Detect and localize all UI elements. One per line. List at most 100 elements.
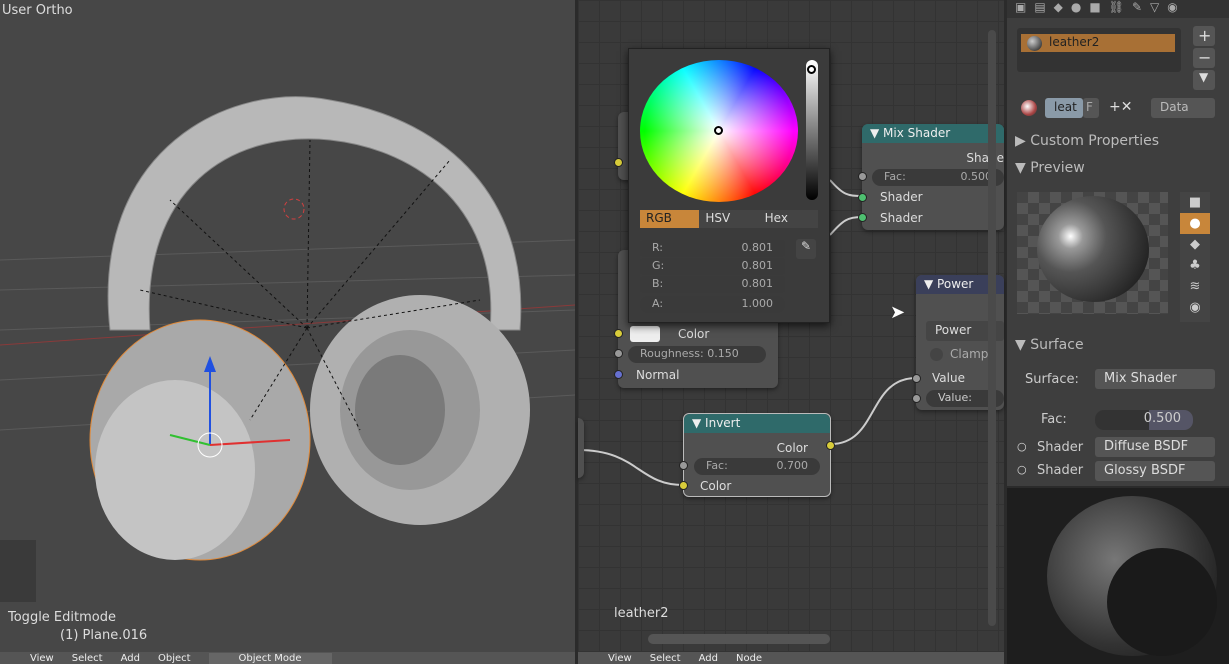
shader-input-2: Shader (880, 211, 923, 225)
fac-field[interactable]: Fac: 0.700 (694, 458, 820, 475)
preview-hair-icon[interactable]: ≋ (1180, 276, 1210, 297)
material-sphere-icon (1027, 36, 1042, 51)
material-slot-item[interactable]: leather2 (1021, 34, 1175, 52)
horizontal-scrollbar[interactable] (648, 634, 830, 644)
fac-label: Fac: (884, 170, 906, 183)
socket-color-out[interactable] (826, 441, 835, 450)
menu-view[interactable]: View (608, 653, 632, 664)
b-field[interactable]: B: 0.801 (640, 276, 785, 293)
fac-slider[interactable]: 0.500 (1095, 410, 1193, 430)
mode-select[interactable]: Object Mode (208, 652, 332, 664)
render-shadow (1107, 548, 1217, 656)
slot-menu-icon[interactable]: ▼ (1193, 70, 1215, 90)
a-label: A: (652, 297, 664, 310)
color-picker-popup[interactable]: RGB HSV Hex R: 0.801 G: 0.801 B: 0.801 A: 1.… (628, 48, 830, 323)
section-custom-properties[interactable]: ▶ Custom Properties (1015, 133, 1159, 149)
clamp-checkbox[interactable] (930, 348, 943, 361)
menu-add[interactable]: Add (699, 653, 718, 664)
preview-sphere-icon[interactable]: ● (1180, 213, 1210, 234)
output-label: Shade (966, 151, 1004, 165)
offscreen-node[interactable] (578, 418, 584, 478)
r-value: 0.801 (741, 241, 774, 254)
shader1-select[interactable]: Diffuse BSDF (1095, 437, 1215, 457)
value-slider-handle[interactable] (807, 65, 816, 74)
fac-field[interactable]: Fac: 0.500 (872, 169, 1004, 186)
last-operator: Toggle Editmode (8, 610, 116, 625)
3d-viewport[interactable]: User Ortho Toggle Editmode (1) Plane.016 (0, 0, 575, 652)
surface-select[interactable]: Mix Shader (1095, 369, 1215, 389)
g-value: 0.801 (741, 259, 774, 272)
menu-view[interactable]: View (30, 653, 54, 664)
preview-sphere (1037, 196, 1149, 302)
socket-fac[interactable] (858, 172, 867, 181)
render-preview (1007, 488, 1229, 664)
fac-value: 0.500 (1143, 411, 1181, 426)
menu-select[interactable]: Select (650, 653, 681, 664)
section-title: Surface (1030, 337, 1084, 353)
remove-slot-button[interactable]: − (1193, 48, 1215, 68)
shader2-select[interactable]: Glossy BSDF (1095, 461, 1215, 481)
fake-user-button[interactable]: F (1083, 98, 1099, 118)
section-title: Custom Properties (1030, 133, 1160, 149)
wheel-cursor[interactable] (714, 126, 723, 135)
socket-shader-1[interactable] (858, 193, 867, 202)
socket-shader-2[interactable] (858, 213, 867, 222)
material-slots-list[interactable]: leather2 (1017, 28, 1181, 72)
material-preview (1017, 192, 1168, 314)
fac-label: Fac: (706, 459, 728, 472)
socket-roughness[interactable] (614, 349, 623, 358)
vertical-scrollbar[interactable] (988, 30, 996, 626)
node-editor-header: View Select Add Node (578, 652, 1004, 664)
color-wheel[interactable] (640, 60, 798, 202)
new-unlink-buttons[interactable]: +✕ (1105, 98, 1141, 118)
add-slot-button[interactable]: + (1193, 26, 1215, 46)
clamp-label: Clamp (950, 347, 989, 361)
socket-color-in[interactable] (679, 481, 688, 490)
menu-add[interactable]: Add (121, 653, 140, 664)
tab-hex[interactable]: Hex (758, 210, 818, 228)
menu-node[interactable]: Node (736, 653, 762, 664)
shader1-link-icon[interactable]: ○ (1017, 440, 1027, 453)
node-header: ▼ Mix Shader (862, 124, 1004, 143)
socket-color[interactable] (614, 329, 623, 338)
roughness-value: Roughness: 0.150 (640, 347, 739, 360)
eyedropper-icon[interactable]: ✎ (796, 239, 816, 259)
preview-type-buttons[interactable]: ■ ● ◆ ♣ ≋ ◉ (1180, 192, 1210, 322)
preview-monkey-icon[interactable]: ♣ (1180, 255, 1210, 276)
node-title: Mix Shader (883, 126, 951, 140)
material-name-field[interactable]: leat (1045, 98, 1083, 118)
invert-node[interactable]: ▼ Invert Color Fac: 0.700 Color (679, 413, 835, 497)
r-field[interactable]: R: 0.801 (640, 240, 785, 257)
shader-input-1: Shader (880, 190, 923, 204)
socket-fac[interactable] (679, 461, 688, 470)
tab-rgb[interactable]: RGB (640, 210, 700, 228)
fac-label: Fac: (1041, 412, 1067, 427)
socket-value-2[interactable] (912, 394, 921, 403)
a-field[interactable]: A: 1.000 (640, 296, 785, 313)
node-editor[interactable]: Color Roughness: 0.150 Normal ▼ Mix Shad… (578, 0, 1004, 652)
menu-object[interactable]: Object (158, 653, 191, 664)
g-field[interactable]: G: 0.801 (640, 258, 785, 275)
preview-cube-icon[interactable]: ◆ (1180, 234, 1210, 255)
preview-plane-icon[interactable]: ■ (1180, 192, 1210, 213)
color-mode-tabs: RGB HSV Hex (640, 210, 818, 228)
value-slider[interactable] (806, 60, 818, 200)
socket-normal[interactable] (614, 370, 623, 379)
properties-tabs[interactable]: ▣▤◆●■⛓✎▽◉ (1007, 0, 1229, 18)
tab-hsv[interactable]: HSV (699, 210, 759, 228)
shader2-link-icon[interactable]: ○ (1017, 463, 1027, 476)
menu-select[interactable]: Select (72, 653, 103, 664)
link-select[interactable]: Data (1151, 98, 1215, 118)
color-socket-label: Color (678, 327, 710, 341)
section-surface[interactable]: ▼ Surface (1015, 337, 1084, 353)
socket[interactable] (614, 158, 623, 167)
mix-shader-node[interactable]: ▼ Mix Shader Shade Fac: 0.500 Shader Shad… (858, 124, 1004, 230)
headphones-model (0, 96, 575, 602)
section-title: Preview (1030, 160, 1085, 176)
preview-world-icon[interactable]: ◉ (1180, 297, 1210, 318)
socket-value-1[interactable] (912, 374, 921, 383)
section-preview[interactable]: ▼ Preview (1015, 160, 1085, 176)
roughness-field[interactable]: Roughness: 0.150 (628, 346, 766, 363)
color-swatch[interactable] (630, 326, 660, 342)
material-browse-icon[interactable] (1021, 100, 1037, 116)
